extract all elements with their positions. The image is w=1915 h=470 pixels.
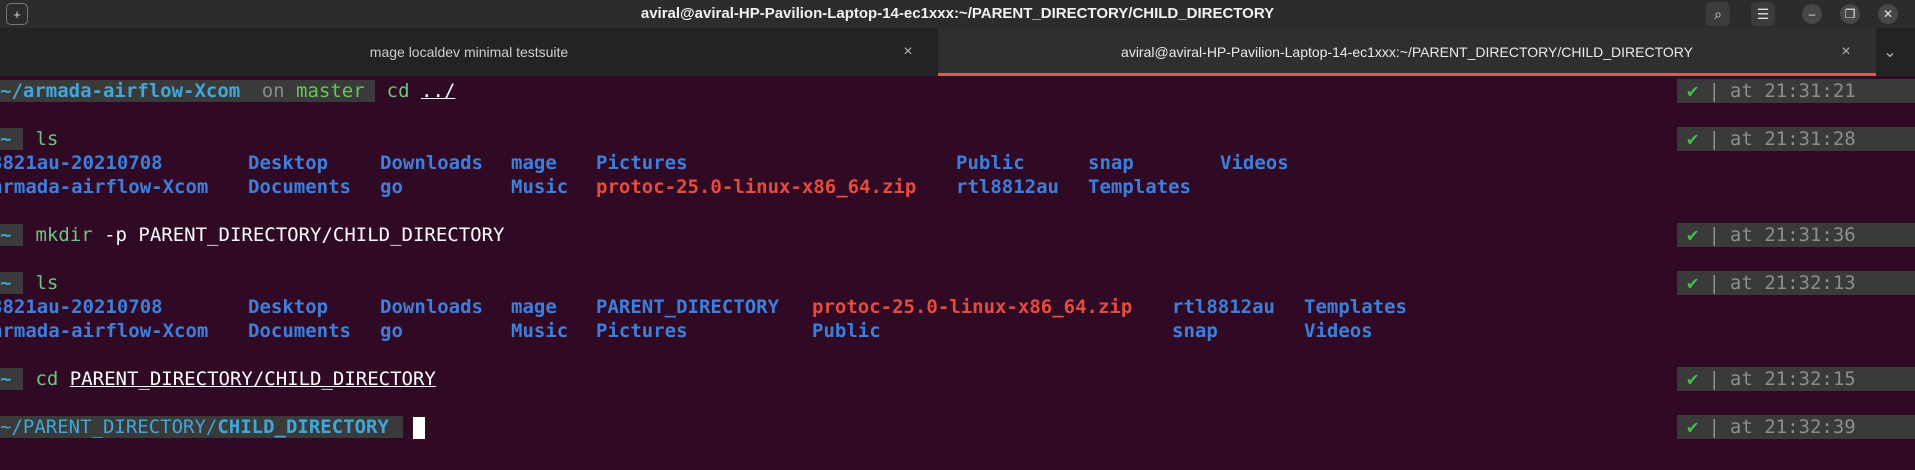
list-item: Videos <box>1220 152 1289 174</box>
status-time: ✔ | at 21:32:39 <box>1677 415 1915 439</box>
text-cursor <box>412 416 425 439</box>
hamburger-menu-icon[interactable]: ☰ <box>1751 2 1775 26</box>
list-item: Pictures <box>596 152 688 174</box>
list-item: Documents <box>248 176 351 198</box>
status-time: ✔ | at 21:31:21 <box>1677 79 1915 103</box>
command: cd <box>386 80 410 102</box>
list-item: go <box>380 176 403 198</box>
list-item: snap <box>1088 152 1134 174</box>
status-time: ✔ | at 21:32:13 <box>1677 271 1915 295</box>
minimize-icon[interactable]: – <box>1802 4 1822 24</box>
list-item: Music <box>511 176 569 198</box>
command: ls <box>35 272 59 294</box>
list-item: snap <box>1172 320 1218 342</box>
prompt-git-branch: on master <box>255 80 375 102</box>
status-time: ✔ | at 21:32:15 <box>1677 367 1915 391</box>
prompt-line: ~ cd PARENT_DIRECTORY/CHILD_DIRECTORY <box>0 367 436 391</box>
list-item: go <box>380 320 403 342</box>
check-icon: ✔ <box>1687 272 1699 294</box>
prompt-line: ~/PARENT_DIRECTORY/CHILD_DIRECTORY <box>0 415 425 439</box>
tab-label: aviral@aviral-HP-Pavilion-Laptop-14-ec1x… <box>1121 44 1693 60</box>
tab-bar: mage localdev minimal testsuite × aviral… <box>0 28 1915 76</box>
list-item: Downloads <box>380 296 483 318</box>
command-arg: -p PARENT_DIRECTORY/CHILD_DIRECTORY <box>104 224 505 246</box>
list-item: Documents <box>248 320 351 342</box>
list-item: protoc-25.0-linux-x86_64.zip <box>812 296 1133 318</box>
check-icon: ✔ <box>1687 224 1699 246</box>
chevron-down-icon[interactable]: ⌄ <box>1880 42 1900 62</box>
command: ls <box>35 128 59 150</box>
command: cd <box>35 368 59 390</box>
list-item: Desktop <box>248 296 329 318</box>
check-icon: ✔ <box>1687 128 1699 150</box>
prompt-path: ~ <box>0 224 24 246</box>
tab-label: mage localdev minimal testsuite <box>369 44 569 60</box>
close-icon[interactable]: ✕ <box>1878 4 1898 24</box>
list-item: rtl8812au <box>956 176 1059 198</box>
prompt-path: ~ <box>0 128 24 150</box>
list-item: Templates <box>1088 176 1191 198</box>
list-item: Music <box>511 320 569 342</box>
status-time: ✔ | at 21:31:36 <box>1677 223 1915 247</box>
list-item: Videos <box>1304 320 1373 342</box>
close-icon[interactable]: × <box>1836 42 1856 62</box>
list-item: Desktop <box>248 152 329 174</box>
list-item: rtl8812au <box>1172 296 1275 318</box>
prompt-path: ~ <box>0 368 24 390</box>
window-titlebar: + aviral@aviral-HP-Pavilion-Laptop-14-ec… <box>0 0 1915 28</box>
prompt-line: ~ ls <box>0 127 58 151</box>
prompt-line: ~ ls <box>0 271 58 295</box>
command: mkdir <box>35 224 93 246</box>
status-time: ✔ | at 21:31:28 <box>1677 127 1915 151</box>
prompt-line: ~/armada-airflow-Xcom on master cd ../ <box>0 79 455 103</box>
list-item: Templates <box>1304 296 1407 318</box>
command-arg: ../ <box>421 80 456 102</box>
window-title: aviral@aviral-HP-Pavilion-Laptop-14-ec1x… <box>640 5 1275 22</box>
list-item: protoc-25.0-linux-x86_64.zip <box>596 176 917 198</box>
search-icon[interactable]: ⌕ <box>1706 2 1730 26</box>
check-icon: ✔ <box>1687 80 1699 102</box>
terminal-output[interactable]: ~/armada-airflow-Xcom on master cd ../ ✔ |… <box>0 76 1915 470</box>
command-arg: PARENT_DIRECTORY/CHILD_DIRECTORY <box>69 368 436 390</box>
check-icon: ✔ <box>1687 416 1699 438</box>
prompt-path: ~ <box>0 272 24 294</box>
tab-current-terminal[interactable]: aviral@aviral-HP-Pavilion-Laptop-14-ec1x… <box>938 28 1876 76</box>
maximize-icon[interactable]: ❐ <box>1840 4 1860 24</box>
list-item: mage <box>511 296 557 318</box>
list-item: Public <box>812 320 881 342</box>
prompt-path: ~/armada-airflow-Xcom <box>0 80 245 102</box>
close-icon[interactable]: × <box>898 42 918 62</box>
list-item: mage <box>511 152 557 174</box>
prompt-path: ~/PARENT_DIRECTORY/CHILD_DIRECTORY <box>0 416 403 438</box>
list-item: Public <box>956 152 1025 174</box>
list-item: 8821au-20210708 <box>0 152 163 174</box>
check-icon: ✔ <box>1687 368 1699 390</box>
prompt-line: ~ mkdir -p PARENT_DIRECTORY/CHILD_DIRECTO… <box>0 223 504 247</box>
list-item: Downloads <box>380 152 483 174</box>
list-item: Pictures <box>596 320 688 342</box>
list-item: armada-airflow-Xcom <box>0 176 209 198</box>
list-item: PARENT_DIRECTORY <box>596 296 780 318</box>
list-item: armada-airflow-Xcom <box>0 320 209 342</box>
list-item: 8821au-20210708 <box>0 296 163 318</box>
tab-mage-localdev[interactable]: mage localdev minimal testsuite <box>0 28 938 76</box>
